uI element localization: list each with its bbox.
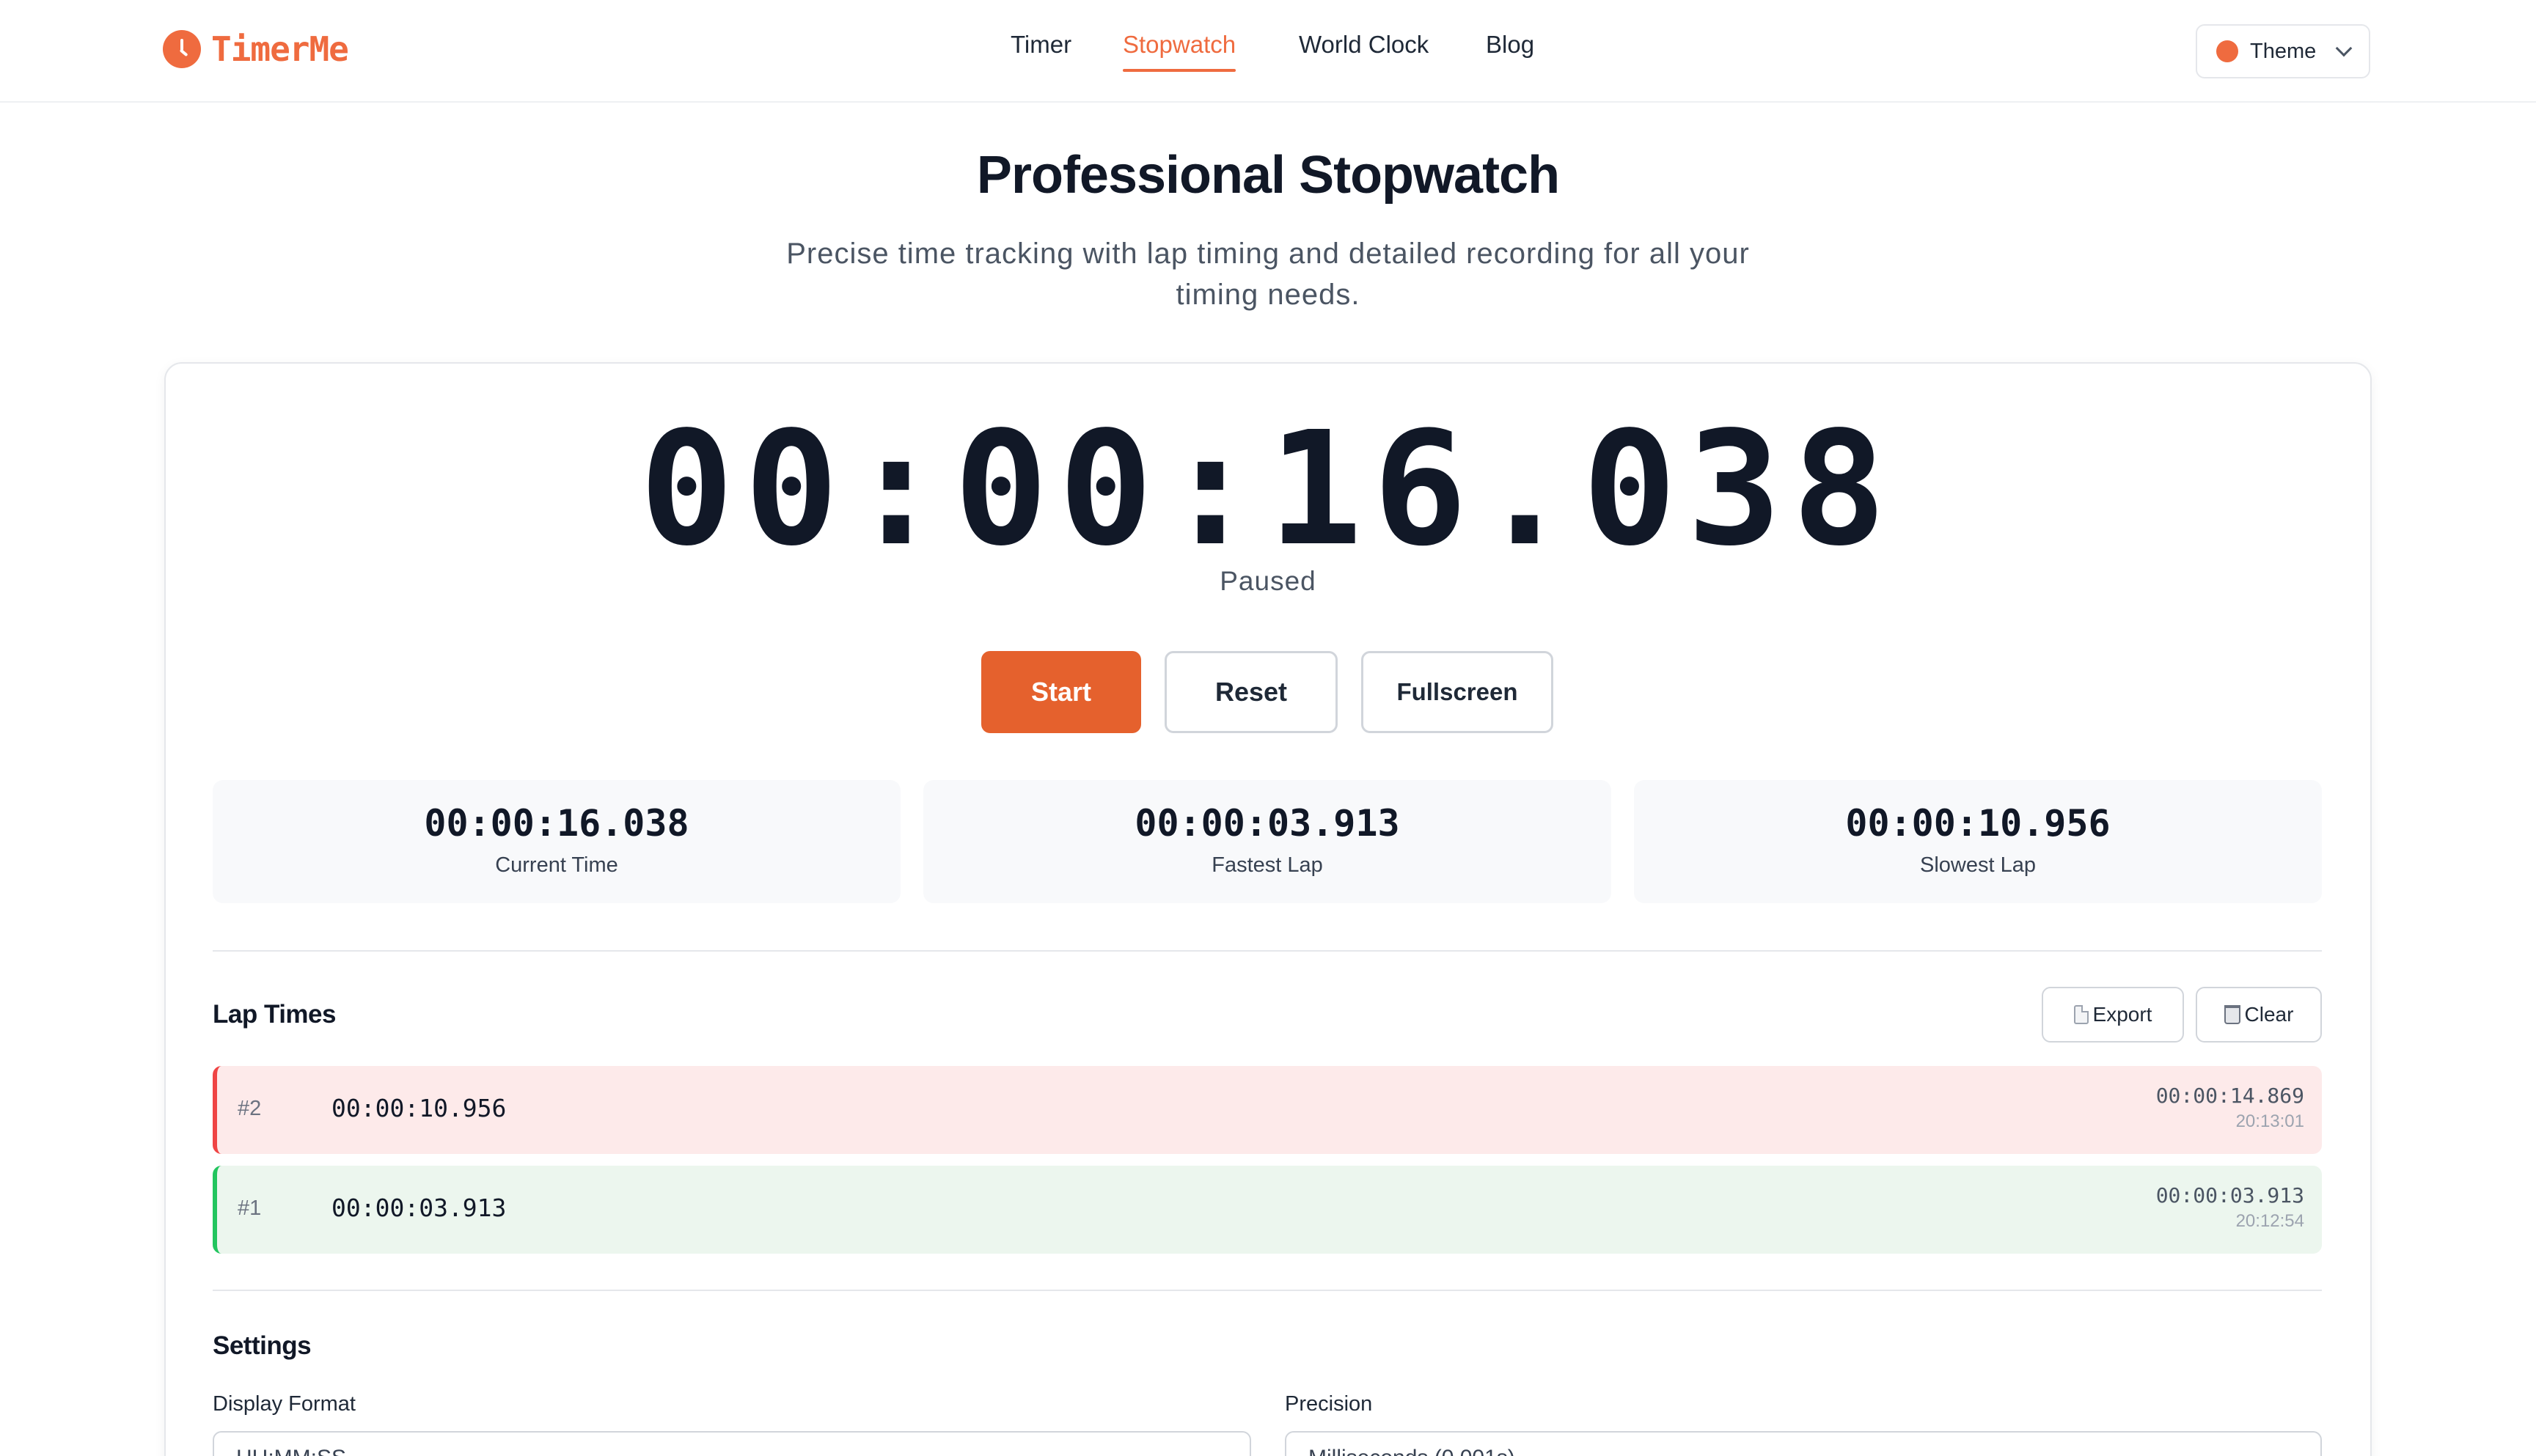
lap-row-slowest: #2 00:00:10.956 00:00:14.869 20:13:01 <box>213 1066 2322 1154</box>
stat-label: Current Time <box>495 853 618 877</box>
lap-time: 00:00:10.956 <box>331 1094 507 1122</box>
lap-row-fastest: #1 00:00:03.913 00:00:03.913 20:12:54 <box>213 1166 2322 1254</box>
fullscreen-button[interactable]: Fullscreen <box>1361 651 1553 733</box>
stat-value: 00:00:03.913 <box>1135 802 1400 845</box>
stat-current-time: 00:00:16.038 Current Time <box>213 780 901 903</box>
nav-item-stopwatch[interactable]: Stopwatch <box>1123 31 1236 72</box>
theme-dropdown[interactable]: Theme <box>2196 24 2370 78</box>
clear-label: Clear <box>2244 1003 2294 1026</box>
top-header: TimerMe Timer Stopwatch World Clock Blog… <box>0 0 2536 103</box>
display-format-label: Display Format <box>213 1392 356 1416</box>
precision-select[interactable]: Milliseconds (0.001s) <box>1285 1431 2322 1456</box>
lap-total-time: 00:00:03.913 <box>2155 1183 2304 1207</box>
stat-label: Slowest Lap <box>1920 853 2036 877</box>
lap-number: #2 <box>238 1097 262 1120</box>
lap-number: #1 <box>238 1196 262 1220</box>
lap-timestamp: 20:12:54 <box>2235 1211 2304 1231</box>
divider <box>213 1290 2322 1291</box>
precision-label: Precision <box>1285 1392 1373 1416</box>
clear-button[interactable]: Clear <box>2196 987 2322 1043</box>
stat-value: 00:00:10.956 <box>1845 802 2111 845</box>
stopwatch-display: 00:00:16.038 <box>639 398 1897 581</box>
lap-timestamp: 20:13:01 <box>2235 1111 2304 1131</box>
stopwatch-status: Paused <box>1220 566 1316 596</box>
lap-times-title: Lap Times <box>213 1000 336 1029</box>
reset-button[interactable]: Reset <box>1165 651 1338 733</box>
divider <box>213 950 2322 952</box>
page-subtitle: Precise time tracking with lap timing an… <box>786 238 1750 311</box>
display-format-select[interactable]: HH:MM:SS <box>213 1431 1251 1456</box>
export-button[interactable]: Export <box>2042 987 2184 1043</box>
lap-time: 00:00:03.913 <box>331 1194 507 1222</box>
stat-slowest-lap: 00:00:10.956 Slowest Lap <box>1634 780 2322 903</box>
main-nav: Timer Stopwatch World Clock Blog <box>0 31 2536 75</box>
start-button[interactable]: Start <box>981 651 1141 733</box>
lap-total-time: 00:00:14.869 <box>2155 1084 2304 1108</box>
nav-item-timer[interactable]: Timer <box>1011 31 1071 59</box>
nav-item-blog[interactable]: Blog <box>1486 31 1534 59</box>
orange-dot-icon <box>2216 40 2238 62</box>
stat-fastest-lap: 00:00:03.913 Fastest Lap <box>923 780 1611 903</box>
stat-label: Fastest Lap <box>1212 853 1323 877</box>
chevron-down-icon <box>2335 40 2353 57</box>
stat-value: 00:00:16.038 <box>424 802 689 845</box>
trash-icon <box>2224 1005 2240 1024</box>
document-icon <box>2073 1005 2089 1024</box>
page-title: Professional Stopwatch <box>976 146 1560 205</box>
nav-item-world-clock[interactable]: World Clock <box>1299 31 1429 59</box>
theme-label: Theme <box>2250 39 2317 63</box>
settings-title: Settings <box>213 1331 312 1360</box>
export-label: Export <box>2092 1003 2152 1026</box>
